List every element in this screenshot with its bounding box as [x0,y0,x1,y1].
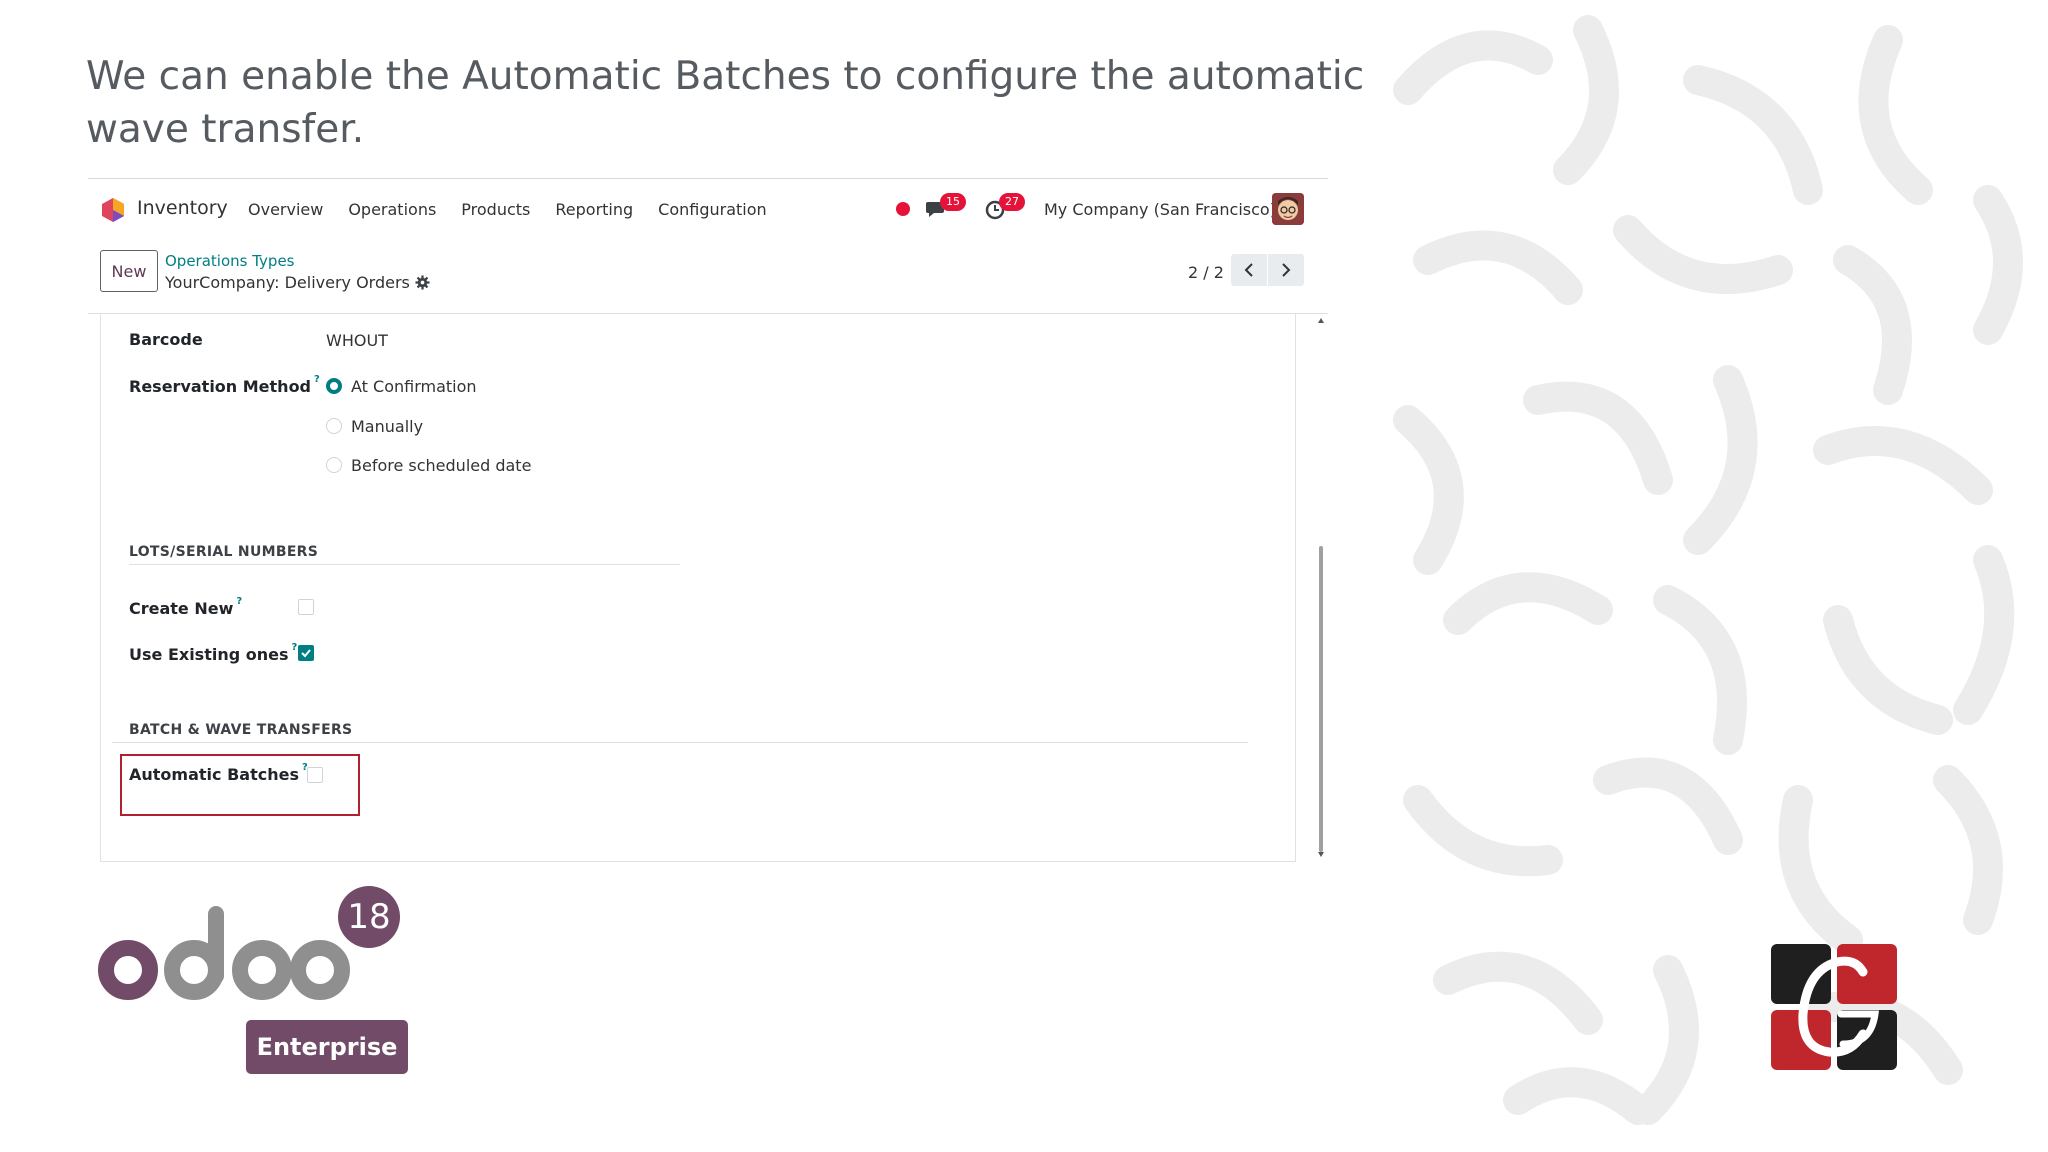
help-tooltip-icon[interactable]: ? [314,374,320,385]
menu-item-operations[interactable]: Operations [348,200,436,219]
company-switcher[interactable]: My Company (San Francisco) [1044,200,1276,219]
scroll-up-arrow[interactable] [1318,318,1324,323]
slide-title: We can enable the Automatic Batches to c… [86,54,1365,152]
lots-section-divider [129,564,680,565]
option-manually[interactable]: Manually [351,417,423,436]
pager-next-button[interactable] [1268,254,1304,286]
menu-item-reporting[interactable]: Reporting [555,200,633,219]
batch-section-title: BATCH & WAVE TRANSFERS [129,722,353,738]
pager-value: 2 / 2 [1188,263,1224,282]
create-new-label: Create New? [129,595,243,618]
highlight-box [120,754,360,816]
inventory-app-icon[interactable] [100,197,126,223]
breadcrumb-current: YourCompany: Delivery Orders [165,273,430,292]
breadcrumb-parent[interactable]: Operations Types [165,252,295,270]
use-existing-checkbox[interactable] [298,645,314,661]
version-badge: 18 [338,886,400,948]
chevron-left-icon [1244,263,1253,277]
gear-icon[interactable] [415,275,430,290]
activity-badge: 27 [999,193,1025,211]
help-tooltip-icon[interactable]: ? [236,596,242,607]
help-tooltip-icon[interactable]: ? [292,642,298,653]
company-logo [1771,944,1897,1070]
odoo-window: Inventory Overview Operations Products R… [88,178,1328,862]
background-pattern [1368,0,2048,1152]
reservation-method-label: Reservation Method? [129,373,320,396]
radio-before-scheduled-date[interactable] [326,457,342,473]
radio-at-confirmation[interactable] [326,378,342,394]
batch-section-divider [112,742,1248,743]
scroll-thumb[interactable] [1319,546,1323,852]
menu-item-overview[interactable]: Overview [248,200,323,219]
user-avatar[interactable] [1272,193,1304,225]
chat-badge: 15 [940,193,966,211]
menu-item-configuration[interactable]: Configuration [658,200,767,219]
navbar: Inventory Overview Operations Products R… [88,178,1328,240]
lots-section-title: LOTS/SERIAL NUMBERS [129,544,319,560]
radio-manually[interactable] [326,418,342,434]
scroll-down-arrow[interactable] [1318,852,1324,857]
checkmark-icon [301,649,311,658]
app-name[interactable]: Inventory [137,197,228,219]
use-existing-label: Use Existing ones? [129,641,298,664]
recording-dot-icon[interactable] [896,202,910,216]
option-at-confirmation[interactable]: At Confirmation [351,377,477,396]
new-button[interactable]: New [100,250,158,292]
menu-item-products[interactable]: Products [461,200,530,219]
option-before-scheduled-date[interactable]: Before scheduled date [351,456,531,475]
create-new-checkbox[interactable] [298,599,314,615]
main-menu: Overview Operations Products Reporting C… [248,200,792,219]
barcode-label: Barcode [129,330,203,349]
edition-badge: Enterprise [246,1020,408,1074]
form-scrollbar[interactable] [1316,314,1326,862]
automatic-batches-label: Automatic Batches? [129,761,308,784]
automatic-batches-checkbox[interactable] [307,767,323,783]
pager-previous-button[interactable] [1231,254,1267,286]
chevron-right-icon [1282,263,1291,277]
barcode-value[interactable]: WHOUT [326,331,388,350]
control-panel: New Operations Types YourCompany: Delive… [88,240,1328,314]
record-name: YourCompany: Delivery Orders [165,273,410,292]
